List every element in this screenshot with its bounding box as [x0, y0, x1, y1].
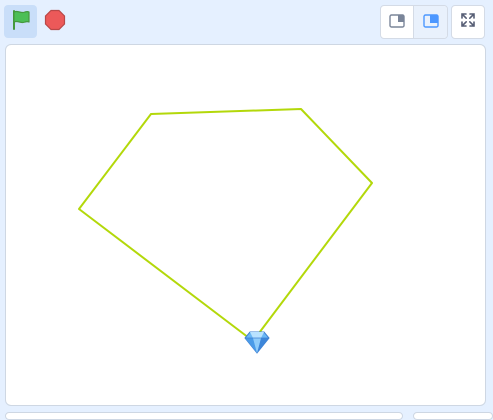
normal-stage-button[interactable] [414, 6, 447, 38]
normal-stage-icon [422, 13, 439, 32]
small-stage-button[interactable] [381, 6, 414, 38]
green-flag-icon [10, 9, 32, 35]
fullscreen-icon [460, 12, 476, 32]
stage-selector-pane [413, 412, 493, 420]
diamond-sprite[interactable] [244, 330, 270, 354]
stage-canvas[interactable] [5, 44, 486, 406]
stop-sign-icon [44, 9, 66, 35]
pen-trail [78, 108, 373, 342]
fullscreen-button[interactable] [451, 5, 485, 39]
stop-button[interactable] [38, 5, 71, 38]
green-flag-button[interactable] [4, 5, 37, 38]
small-stage-icon [389, 13, 405, 32]
stage-header [0, 0, 493, 44]
sprite-info-pane [5, 412, 403, 420]
stage-size-toggle [380, 5, 448, 39]
